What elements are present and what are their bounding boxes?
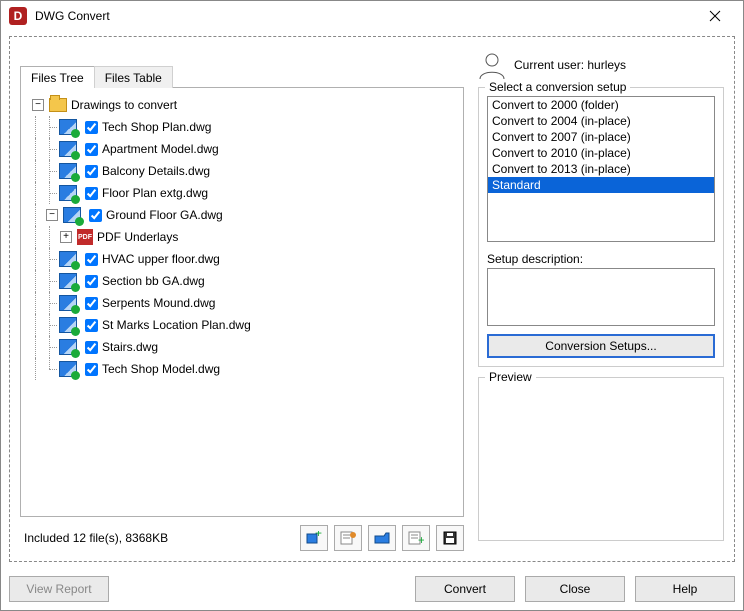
dwg-icon xyxy=(59,119,77,135)
tree-item-label[interactable]: Stairs.dwg xyxy=(102,340,158,354)
tree-item-label[interactable]: Section bb GA.dwg xyxy=(102,274,205,288)
tree-item-label[interactable]: Serpents Mound.dwg xyxy=(102,296,215,310)
files-tree[interactable]: − Drawings to convert Tech Shop Plan.dwg xyxy=(20,87,464,517)
new-list-button[interactable] xyxy=(334,525,362,551)
app-icon: D xyxy=(9,7,27,25)
conversion-setups-button[interactable]: Conversion Setups... xyxy=(487,334,715,358)
titlebar: D DWG Convert xyxy=(1,1,743,31)
preview-group: Preview xyxy=(478,377,724,541)
setup-item[interactable]: Convert to 2004 (in-place) xyxy=(488,113,714,129)
content-frame: Files Tree Files Table − Drawings to con… xyxy=(9,36,735,562)
file-checkbox[interactable] xyxy=(85,297,98,310)
folder-icon xyxy=(49,98,67,112)
close-icon[interactable] xyxy=(695,1,735,31)
add-file-button[interactable]: + xyxy=(300,525,328,551)
tabs: Files Tree Files Table xyxy=(20,48,464,88)
view-report-button: View Report xyxy=(9,576,109,602)
file-checkbox[interactable] xyxy=(85,363,98,376)
tree-item-label[interactable]: Floor Plan extg.dwg xyxy=(102,186,208,200)
setup-legend: Select a conversion setup xyxy=(485,80,630,94)
setup-desc-label: Setup description: xyxy=(487,252,715,266)
tree-item-label[interactable]: Apartment Model.dwg xyxy=(102,142,219,156)
dwg-icon xyxy=(63,207,81,223)
collapse-icon[interactable]: − xyxy=(32,99,44,111)
collapse-icon[interactable]: − xyxy=(46,209,58,221)
file-checkbox[interactable] xyxy=(85,143,98,156)
dwg-icon xyxy=(59,295,77,311)
user-icon xyxy=(478,50,506,80)
dwg-icon xyxy=(59,163,77,179)
dwg-icon xyxy=(59,317,77,333)
svg-text:+: + xyxy=(315,531,322,540)
tree-item-label[interactable]: Tech Shop Model.dwg xyxy=(102,362,220,376)
file-checkbox[interactable] xyxy=(85,165,98,178)
save-list-button[interactable] xyxy=(436,525,464,551)
window-title: DWG Convert xyxy=(35,9,695,23)
tab-files-tree[interactable]: Files Tree xyxy=(20,66,95,88)
convert-button[interactable]: Convert xyxy=(415,576,515,602)
dwg-icon xyxy=(59,339,77,355)
file-checkbox[interactable] xyxy=(85,319,98,332)
tree-item-label[interactable]: Ground Floor GA.dwg xyxy=(106,208,223,222)
tree-root-label: Drawings to convert xyxy=(71,98,177,112)
file-checkbox[interactable] xyxy=(85,121,98,134)
setup-item[interactable]: Convert to 2010 (in-place) xyxy=(488,145,714,161)
setup-item[interactable]: Convert to 2013 (in-place) xyxy=(488,161,714,177)
tab-files-table[interactable]: Files Table xyxy=(94,66,173,88)
current-user-label: Current user: hurleys xyxy=(514,58,626,72)
dwg-icon xyxy=(59,251,77,267)
setup-item-selected[interactable]: Standard xyxy=(488,177,714,193)
tree-item-label[interactable]: PDF Underlays xyxy=(97,230,178,244)
file-checkbox[interactable] xyxy=(85,253,98,266)
open-list-button[interactable] xyxy=(368,525,396,551)
setup-description xyxy=(487,268,715,326)
svg-text:+: + xyxy=(418,533,424,545)
setup-item[interactable]: Convert to 2007 (in-place) xyxy=(488,129,714,145)
dwg-icon xyxy=(59,273,77,289)
pdf-icon: PDF xyxy=(77,229,93,245)
file-checkbox[interactable] xyxy=(85,187,98,200)
append-list-button[interactable]: + xyxy=(402,525,430,551)
help-button[interactable]: Help xyxy=(635,576,735,602)
dwg-convert-dialog: D DWG Convert Files Tree Files Table − xyxy=(0,0,744,611)
dwg-icon xyxy=(59,185,77,201)
conversion-setup-group: Select a conversion setup Convert to 200… xyxy=(478,87,724,367)
file-checkbox[interactable] xyxy=(85,275,98,288)
tree-item-label[interactable]: Tech Shop Plan.dwg xyxy=(102,120,211,134)
file-checkbox[interactable] xyxy=(85,341,98,354)
file-checkbox[interactable] xyxy=(89,209,102,222)
close-button[interactable]: Close xyxy=(525,576,625,602)
preview-legend: Preview xyxy=(485,370,536,384)
dwg-icon xyxy=(59,361,77,377)
tree-item-label[interactable]: St Marks Location Plan.dwg xyxy=(102,318,251,332)
setup-item[interactable]: Convert to 2000 (folder) xyxy=(488,97,714,113)
setup-listbox[interactable]: Convert to 2000 (folder) Convert to 2004… xyxy=(487,96,715,242)
expand-icon[interactable]: + xyxy=(60,231,72,243)
tree-item-label[interactable]: HVAC upper floor.dwg xyxy=(102,252,220,266)
tree-item-label[interactable]: Balcony Details.dwg xyxy=(102,164,210,178)
dwg-icon xyxy=(59,141,77,157)
status-text: Included 12 file(s), 8368KB xyxy=(20,531,168,545)
